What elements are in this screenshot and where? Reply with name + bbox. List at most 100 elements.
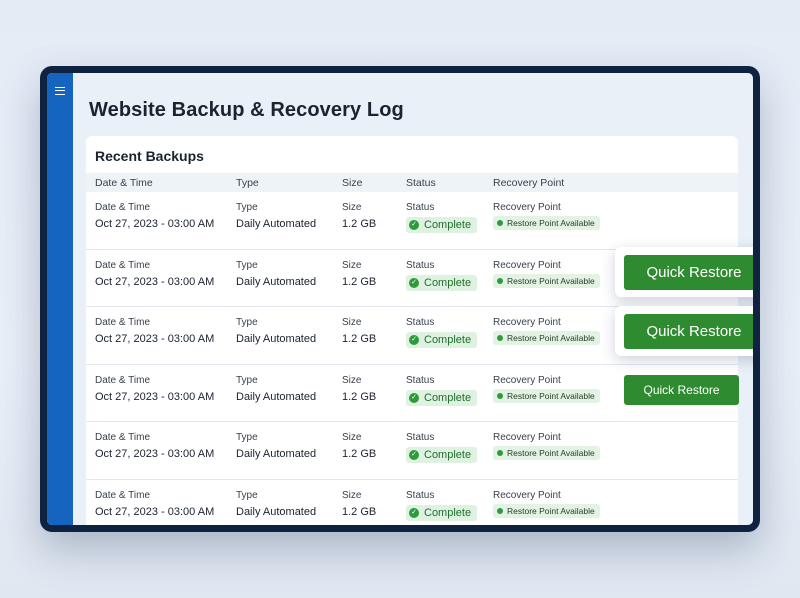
size-value: 1.2 GB xyxy=(342,390,377,403)
recovery-point-text: Restore Point Available xyxy=(507,275,595,286)
size-cell: Size 1.2 GB xyxy=(342,317,376,345)
check-circle-icon: ✓ xyxy=(409,335,419,345)
size-label: Size xyxy=(342,432,362,443)
column-header-date: Date & Time xyxy=(95,177,153,189)
date-label: Date & Time xyxy=(95,374,151,386)
recovery-point-badge: Restore Point Available xyxy=(493,446,600,460)
date-value: Oct 27, 2023 - 03:00 AM xyxy=(95,448,215,460)
status-text: Complete xyxy=(424,506,472,519)
date-label: Date & Time xyxy=(95,489,151,501)
type-label: Type xyxy=(236,374,258,386)
status-label: Status xyxy=(406,317,435,328)
app-window: Website Backup & Recovery Log Recent Bac… xyxy=(47,73,753,525)
check-circle-icon: ✓ xyxy=(409,392,419,403)
column-header-status: Status xyxy=(406,177,436,189)
date-label: Date & Time xyxy=(95,202,151,213)
status-label: Status xyxy=(406,202,435,213)
status-cell: Status ✓ Complete xyxy=(406,202,478,233)
type-label: Type xyxy=(236,317,258,328)
type-cell: Type Daily Automated xyxy=(236,490,316,518)
type-value: Daily Automated xyxy=(236,333,317,345)
size-label: Size xyxy=(342,259,362,271)
green-dot-icon xyxy=(497,277,503,284)
table-row: Date & Time Oct 27, 2023 - 03:00 AM Type Da… xyxy=(86,422,738,480)
size-label: Size xyxy=(342,374,362,386)
status-badge: ✓ Complete xyxy=(406,504,478,521)
green-dot-icon xyxy=(497,335,503,341)
recovery-point-text: Restore Point Available xyxy=(507,390,595,401)
quick-restore-button[interactable]: Quick Restore xyxy=(624,314,753,349)
status-text: Complete xyxy=(424,391,472,404)
date-cell: Date & Time Oct 27, 2023 - 03:00 AM xyxy=(95,317,214,345)
quick-restore-button[interactable]: Quick Restore xyxy=(624,375,739,405)
date-cell: Date & Time Oct 27, 2023 - 03:00 AM xyxy=(95,432,214,460)
date-value: Oct 27, 2023 - 03:00 AM xyxy=(95,275,215,288)
green-dot-icon xyxy=(497,392,503,399)
status-text: Complete xyxy=(424,449,472,461)
size-cell: Size 1.2 GB xyxy=(342,432,376,460)
date-cell: Date & Time Oct 27, 2023 - 03:00 AM xyxy=(95,260,214,288)
date-cell: Date & Time Oct 27, 2023 - 03:00 AM xyxy=(95,375,214,403)
recovery-point-text: Restore Point Available xyxy=(507,333,595,343)
status-label: Status xyxy=(406,259,435,271)
date-value: Oct 27, 2023 - 03:00 AM xyxy=(95,505,215,518)
recovery-point-label: Recovery Point xyxy=(493,259,561,271)
type-label: Type xyxy=(236,432,258,443)
recovery-point-cell: Recovery Point Restore Point Available xyxy=(493,317,600,346)
status-badge: ✓ Complete xyxy=(406,217,478,233)
date-value: Oct 27, 2023 - 03:00 AM xyxy=(95,333,215,345)
recovery-point-cell: Recovery Point Restore Point Available xyxy=(493,375,600,404)
size-label: Size xyxy=(342,489,362,501)
status-cell: Status ✓ Complete xyxy=(406,489,478,521)
table-header: Date & Time Type Size Status Recovery Po… xyxy=(86,173,738,192)
recovery-point-text: Restore Point Available xyxy=(507,448,595,458)
type-cell: Type Daily Automated xyxy=(236,202,316,230)
hamburger-menu-icon[interactable] xyxy=(55,87,65,95)
date-value: Oct 27, 2023 - 03:00 AM xyxy=(95,218,215,230)
status-badge: ✓ Complete xyxy=(406,447,478,463)
check-circle-icon: ✓ xyxy=(409,507,419,518)
check-circle-icon: ✓ xyxy=(409,220,419,230)
type-cell: Type Daily Automated xyxy=(236,317,316,345)
recovery-point-label: Recovery Point xyxy=(493,489,561,501)
type-cell: Type Daily Automated xyxy=(236,432,316,460)
recovery-point-cell: Recovery Point Restore Point Available xyxy=(493,490,600,519)
date-label: Date & Time xyxy=(95,259,151,271)
status-label: Status xyxy=(406,489,435,501)
page-title: Website Backup & Recovery Log xyxy=(89,99,404,121)
type-value: Daily Automated xyxy=(236,390,317,403)
date-label: Date & Time xyxy=(95,317,151,328)
type-value: Daily Automated xyxy=(236,275,317,288)
date-label: Date & Time xyxy=(95,432,151,443)
size-value: 1.2 GB xyxy=(342,505,377,518)
status-cell: Status ✓ Complete xyxy=(406,432,478,463)
status-cell: Status ✓ Complete xyxy=(406,259,478,291)
table-row: Date & Time Oct 27, 2023 - 03:00 AM Type Da… xyxy=(86,192,738,250)
size-value: 1.2 GB xyxy=(342,448,377,460)
type-value: Daily Automated xyxy=(236,505,317,518)
status-badge: ✓ Complete xyxy=(406,389,478,406)
recovery-point-cell: Recovery Point Restore Point Available xyxy=(493,432,600,461)
recovery-point-text: Restore Point Available xyxy=(507,218,595,228)
green-dot-icon xyxy=(497,220,503,226)
recovery-point-text: Restore Point Available xyxy=(507,505,595,516)
recovery-point-label: Recovery Point xyxy=(493,317,561,328)
recovery-point-badge: Restore Point Available xyxy=(493,331,600,345)
type-label: Type xyxy=(236,489,258,501)
column-header-type: Type xyxy=(236,177,259,189)
quick-restore-popover-2: Quick Restore xyxy=(615,306,753,356)
size-value: 1.2 GB xyxy=(342,333,377,345)
recovery-point-label: Recovery Point xyxy=(493,374,561,386)
type-label: Type xyxy=(236,259,258,271)
recovery-point-badge: Restore Point Available xyxy=(493,216,600,230)
status-label: Status xyxy=(406,374,435,386)
recovery-point-cell: Recovery Point Restore Point Available xyxy=(493,260,600,289)
size-cell: Size 1.2 GB xyxy=(342,490,376,518)
date-cell: Date & Time Oct 27, 2023 - 03:00 AM xyxy=(95,490,214,518)
quick-restore-button[interactable]: Quick Restore xyxy=(624,255,753,290)
type-label: Type xyxy=(236,202,258,213)
recovery-point-label: Recovery Point xyxy=(493,432,561,443)
size-value: 1.2 GB xyxy=(342,218,377,230)
quick-restore-popover-1: Quick Restore xyxy=(615,247,753,297)
size-cell: Size 1.2 GB xyxy=(342,202,376,230)
